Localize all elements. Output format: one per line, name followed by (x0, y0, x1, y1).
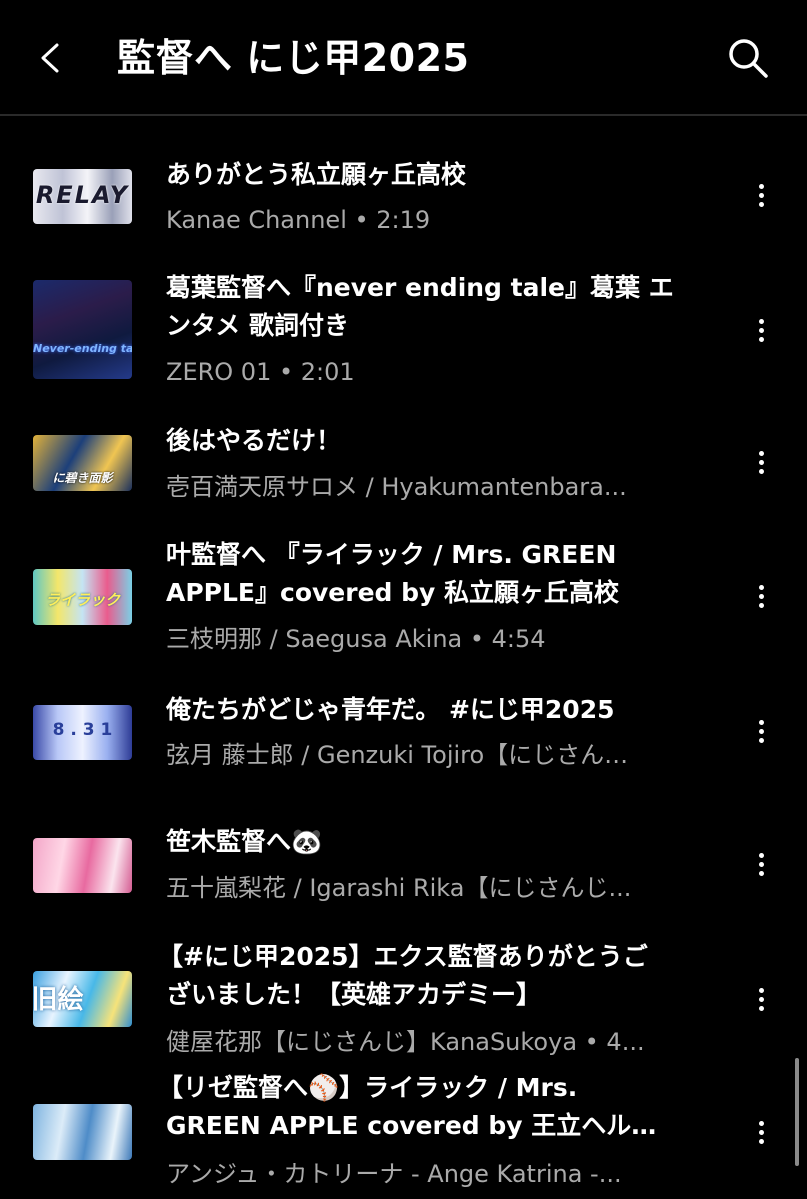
more-options-button[interactable] (743, 577, 779, 617)
video-title-line1: ありがとう私立願ヶ丘高校 (166, 160, 467, 189)
chevron-left-icon (41, 43, 59, 73)
video-title[interactable]: 笹木監督へ🐼 (166, 823, 686, 861)
thumbnail-caption: に碧き面影 (52, 471, 113, 485)
video-thumbnail[interactable] (33, 1104, 132, 1160)
thumbnail-caption: 旧絵 (33, 985, 84, 1015)
thumbnail-caption: ライラック (44, 591, 120, 609)
video-meta: 三枝明那 / Saegusa Akina • 4:54 (166, 625, 546, 653)
more-options-button[interactable] (743, 1113, 779, 1153)
video-title-line1: 笹木監督へ🐼 (166, 827, 323, 856)
more-options-button[interactable] (743, 845, 779, 885)
video-thumbnail[interactable]: 8 . 3 1 (33, 705, 132, 760)
more-options-button[interactable] (743, 176, 779, 216)
video-title[interactable]: 葛葉監督へ『never ending tale』葛葉 エ ンタメ 歌詞付き (166, 269, 686, 345)
video-title-line2: APPLE』covered by 私立願ヶ丘高校 (166, 578, 620, 607)
video-title-line2: ざいました！【英雄アカデミー】 (166, 980, 542, 1009)
video-title-line1: 叶監督へ 『ライラック / Mrs. GREEN (166, 540, 617, 569)
video-title[interactable]: 【リゼ監督へ⚾】ライラック / Mrs. GREEN APPLE covered… (158, 1069, 688, 1145)
search-button[interactable] (724, 34, 772, 82)
more-options-button[interactable] (743, 712, 779, 752)
search-icon (729, 39, 768, 78)
thumbnail-caption: 8 . 3 1 (52, 720, 113, 740)
video-thumbnail[interactable]: に碧き面影 (33, 435, 132, 491)
top-app-bar: 監督へ にじ甲2025 (0, 0, 807, 116)
video-title[interactable]: ありがとう私立願ヶ丘高校 (166, 156, 686, 194)
video-title-line2: ンタメ 歌詞付き (166, 311, 349, 340)
video-title[interactable]: 後はやるだけ！ (166, 422, 686, 460)
video-meta: 五十嵐梨花 / Igarashi Rika【にじさんじ... (166, 874, 632, 902)
video-meta: Kanae Channel • 2:19 (166, 206, 431, 234)
video-title-line2: GREEN APPLE covered by 王立ヘル… (166, 1111, 657, 1140)
video-title-line1: 【リゼ監督へ⚾】ライラック / Mrs. (158, 1073, 578, 1102)
video-meta: 健屋花那【にじさんじ】KanaSukoya • 4... (166, 1028, 645, 1056)
video-thumbnail[interactable]: 旧絵 (33, 971, 132, 1027)
video-meta: 弦月 藤士郎 / Genzuki Tojiro【にじさん… (166, 741, 629, 769)
back-button[interactable] (30, 36, 74, 80)
video-title[interactable]: 【#にじ甲2025】エクス監督ありがとうご ざいました！【英雄アカデミー】 (158, 938, 688, 1014)
scrollbar[interactable] (795, 1058, 799, 1166)
thumbnail-caption: Never-ending tale (33, 342, 132, 355)
video-title-line1: 【#にじ甲2025】エクス監督ありがとうご (158, 942, 648, 971)
video-thumbnail[interactable] (33, 838, 132, 893)
video-thumbnail[interactable]: RELAY (33, 169, 132, 224)
video-meta: ZERO 01 • 2:01 (166, 358, 355, 386)
video-thumbnail[interactable]: ライラック (33, 569, 132, 625)
video-title[interactable]: 俺たちがどじゃ青年だ。 #にじ甲2025 (166, 691, 686, 729)
video-title-line1: 俺たちがどじゃ青年だ。 #にじ甲2025 (166, 695, 615, 724)
video-meta: 壱百満天原サロメ / Hyakumantenbara... (166, 473, 627, 501)
video-thumbnail[interactable]: Never-ending tale (33, 280, 132, 379)
video-title[interactable]: 叶監督へ 『ライラック / Mrs. GREEN APPLE』covered b… (166, 536, 686, 612)
video-meta: アンジュ・カトリーナ - Ange Katrina -... (166, 1160, 622, 1188)
video-title-line1: 葛葉監督へ『never ending tale』葛葉 エ (166, 273, 674, 302)
video-title-line1: 後はやるだけ！ (166, 426, 342, 455)
more-options-button[interactable] (743, 443, 779, 483)
page-title: 監督へ にじ甲2025 (117, 36, 470, 80)
more-options-button[interactable] (743, 980, 779, 1020)
thumbnail-caption: RELAY (35, 181, 130, 209)
more-options-button[interactable] (743, 311, 779, 351)
